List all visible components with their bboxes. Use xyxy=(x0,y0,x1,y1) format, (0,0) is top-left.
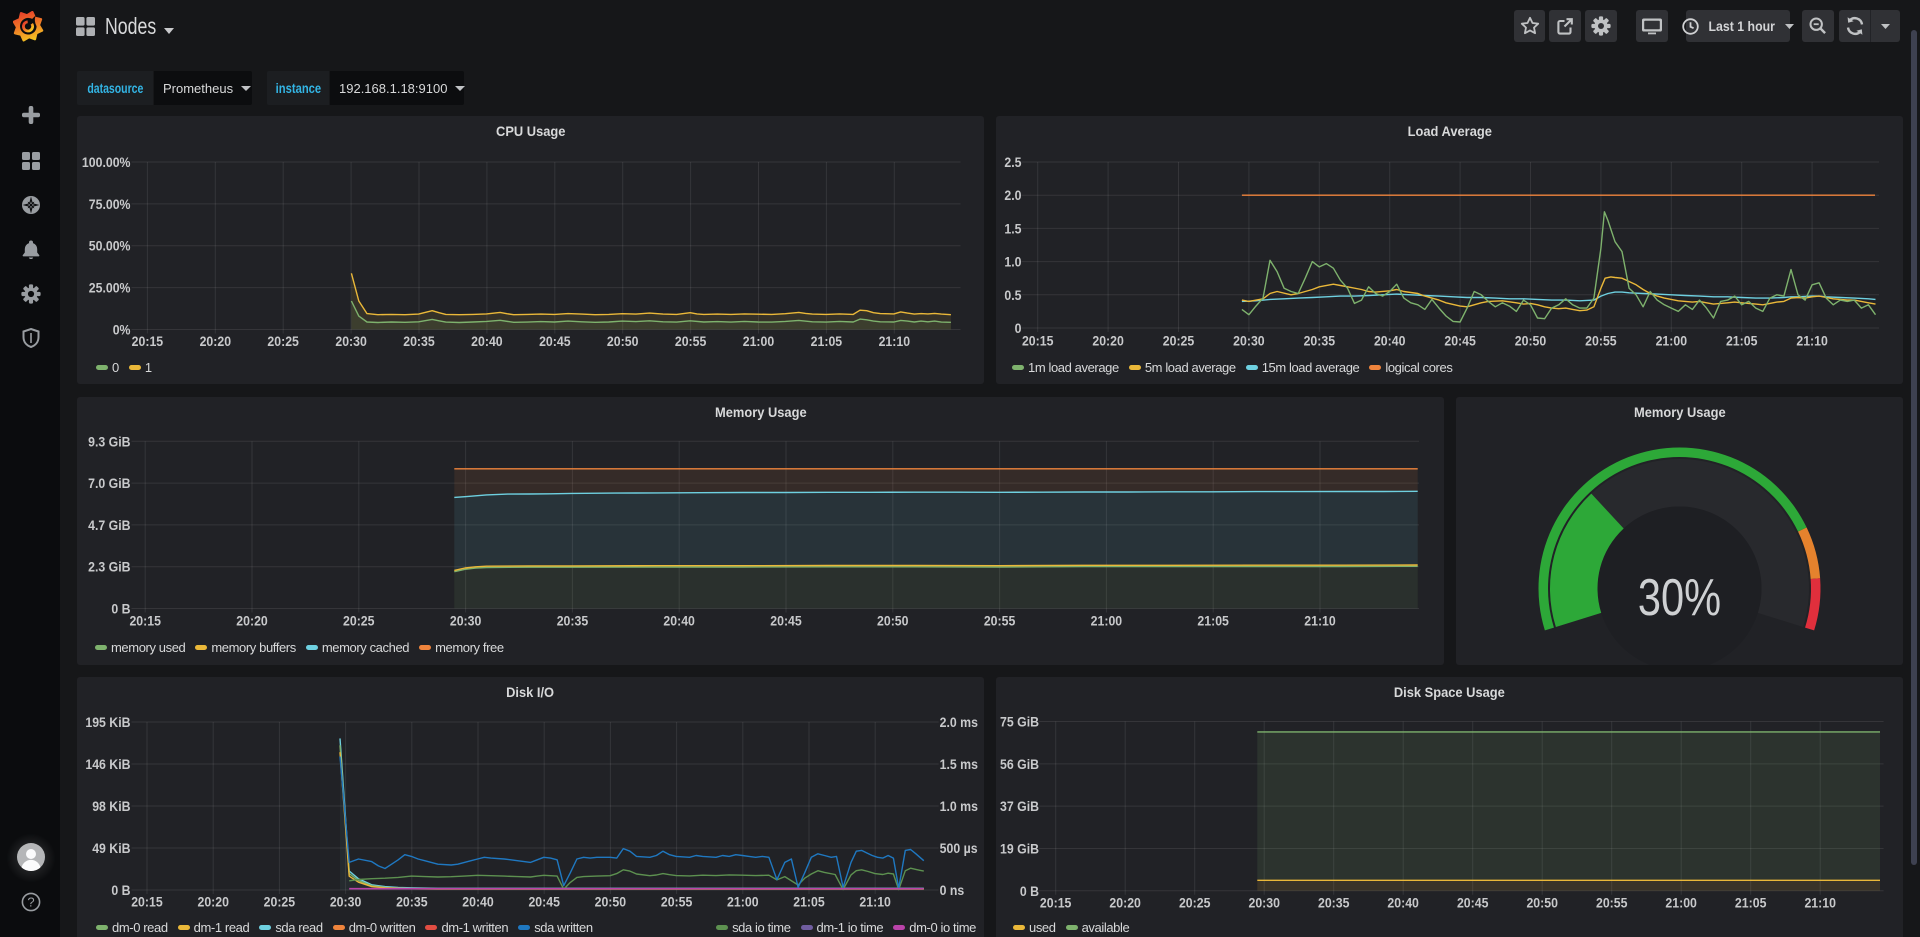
svg-text:146 KiB: 146 KiB xyxy=(85,756,130,772)
svg-text:20:50: 20:50 xyxy=(1515,333,1546,349)
svg-text:20:15: 20:15 xyxy=(1040,895,1071,911)
svg-text:0.5: 0.5 xyxy=(1004,287,1021,303)
svg-text:20:15: 20:15 xyxy=(1022,333,1053,349)
svg-text:195 KiB: 195 KiB xyxy=(85,714,130,730)
svg-text:20:25: 20:25 xyxy=(264,894,295,910)
svg-text:20:45: 20:45 xyxy=(770,613,801,629)
svg-text:1.5 ms: 1.5 ms xyxy=(940,756,978,772)
svg-text:21:00: 21:00 xyxy=(727,894,758,910)
svg-text:20:25: 20:25 xyxy=(343,613,374,629)
svg-text:20:30: 20:30 xyxy=(1233,333,1264,349)
svg-text:20:25: 20:25 xyxy=(1163,333,1194,349)
svg-text:21:10: 21:10 xyxy=(1804,895,1835,911)
svg-text:20:20: 20:20 xyxy=(200,333,231,349)
svg-text:20:20: 20:20 xyxy=(236,613,267,629)
svg-text:20:45: 20:45 xyxy=(539,333,570,349)
svg-text:1.0: 1.0 xyxy=(1004,254,1021,270)
svg-text:21:05: 21:05 xyxy=(1735,895,1766,911)
svg-text:20:55: 20:55 xyxy=(1596,895,1627,911)
svg-text:0: 0 xyxy=(1015,320,1022,336)
svg-text:100.00%: 100.00% xyxy=(82,154,131,170)
svg-text:20:55: 20:55 xyxy=(1585,333,1616,349)
svg-text:21:05: 21:05 xyxy=(811,333,842,349)
svg-text:0%: 0% xyxy=(113,322,131,338)
svg-text:500 µs: 500 µs xyxy=(940,840,978,856)
svg-text:2.3 GiB: 2.3 GiB xyxy=(88,559,130,575)
svg-text:20:50: 20:50 xyxy=(1526,895,1557,911)
svg-text:0 B: 0 B xyxy=(1020,883,1039,899)
svg-text:49 KiB: 49 KiB xyxy=(92,840,130,856)
svg-text:1.5: 1.5 xyxy=(1004,221,1021,237)
svg-text:20:30: 20:30 xyxy=(450,613,481,629)
svg-text:21:00: 21:00 xyxy=(1091,613,1122,629)
svg-text:20:45: 20:45 xyxy=(1444,333,1475,349)
svg-text:25.00%: 25.00% xyxy=(89,280,131,296)
svg-text:20:35: 20:35 xyxy=(403,333,434,349)
svg-text:21:10: 21:10 xyxy=(1796,333,1827,349)
svg-text:50.00%: 50.00% xyxy=(89,238,131,254)
svg-text:20:15: 20:15 xyxy=(132,333,163,349)
svg-text:20:40: 20:40 xyxy=(1374,333,1405,349)
svg-text:21:00: 21:00 xyxy=(1665,895,1696,911)
svg-text:98 KiB: 98 KiB xyxy=(92,798,130,814)
svg-text:20:25: 20:25 xyxy=(267,333,298,349)
svg-text:20:20: 20:20 xyxy=(1092,333,1123,349)
svg-text:21:00: 21:00 xyxy=(1656,333,1687,349)
svg-text:9.3 GiB: 9.3 GiB xyxy=(88,434,130,450)
svg-text:21:10: 21:10 xyxy=(879,333,910,349)
svg-text:20:20: 20:20 xyxy=(197,894,228,910)
svg-text:20:45: 20:45 xyxy=(1457,895,1488,911)
svg-text:30%: 30% xyxy=(1638,568,1721,627)
svg-text:20:35: 20:35 xyxy=(396,894,427,910)
svg-text:19 GiB: 19 GiB xyxy=(1000,841,1039,857)
svg-text:20:55: 20:55 xyxy=(984,613,1015,629)
svg-text:20:50: 20:50 xyxy=(607,333,638,349)
svg-text:7.0 GiB: 7.0 GiB xyxy=(88,475,130,491)
svg-text:20:55: 20:55 xyxy=(675,333,706,349)
svg-text:21:10: 21:10 xyxy=(859,894,890,910)
svg-text:2.0 ms: 2.0 ms xyxy=(940,714,978,730)
svg-text:37 GiB: 37 GiB xyxy=(1000,798,1039,814)
svg-text:2.5: 2.5 xyxy=(1004,154,1021,170)
svg-text:75 GiB: 75 GiB xyxy=(1000,714,1039,730)
svg-text:20:40: 20:40 xyxy=(462,894,493,910)
svg-text:75.00%: 75.00% xyxy=(89,196,131,212)
svg-text:20:40: 20:40 xyxy=(663,613,694,629)
svg-text:20:20: 20:20 xyxy=(1109,895,1140,911)
svg-text:20:15: 20:15 xyxy=(129,613,160,629)
svg-text:21:05: 21:05 xyxy=(793,894,824,910)
svg-text:20:35: 20:35 xyxy=(1318,895,1349,911)
svg-text:20:25: 20:25 xyxy=(1179,895,1210,911)
svg-text:20:40: 20:40 xyxy=(471,333,502,349)
svg-text:0 ns: 0 ns xyxy=(940,882,965,898)
svg-text:20:45: 20:45 xyxy=(528,894,559,910)
svg-text:0 B: 0 B xyxy=(111,882,130,898)
svg-text:?: ? xyxy=(27,895,34,910)
svg-text:56 GiB: 56 GiB xyxy=(1000,756,1039,772)
svg-text:20:35: 20:35 xyxy=(1304,333,1335,349)
svg-text:20:50: 20:50 xyxy=(877,613,908,629)
svg-text:20:35: 20:35 xyxy=(557,613,588,629)
svg-text:4.7 GiB: 4.7 GiB xyxy=(88,517,130,533)
svg-text:20:40: 20:40 xyxy=(1387,895,1418,911)
svg-text:20:55: 20:55 xyxy=(661,894,692,910)
svg-text:21:05: 21:05 xyxy=(1197,613,1228,629)
svg-text:21:05: 21:05 xyxy=(1726,333,1757,349)
svg-text:0 B: 0 B xyxy=(111,601,130,617)
svg-text:21:00: 21:00 xyxy=(743,333,774,349)
svg-text:20:30: 20:30 xyxy=(335,333,366,349)
svg-text:21:10: 21:10 xyxy=(1304,613,1335,629)
svg-text:20:15: 20:15 xyxy=(131,894,162,910)
svg-text:1.0 ms: 1.0 ms xyxy=(940,798,978,814)
svg-text:2.0: 2.0 xyxy=(1004,187,1021,203)
svg-text:20:30: 20:30 xyxy=(1248,895,1279,911)
svg-text:20:50: 20:50 xyxy=(595,894,626,910)
svg-text:20:30: 20:30 xyxy=(330,894,361,910)
